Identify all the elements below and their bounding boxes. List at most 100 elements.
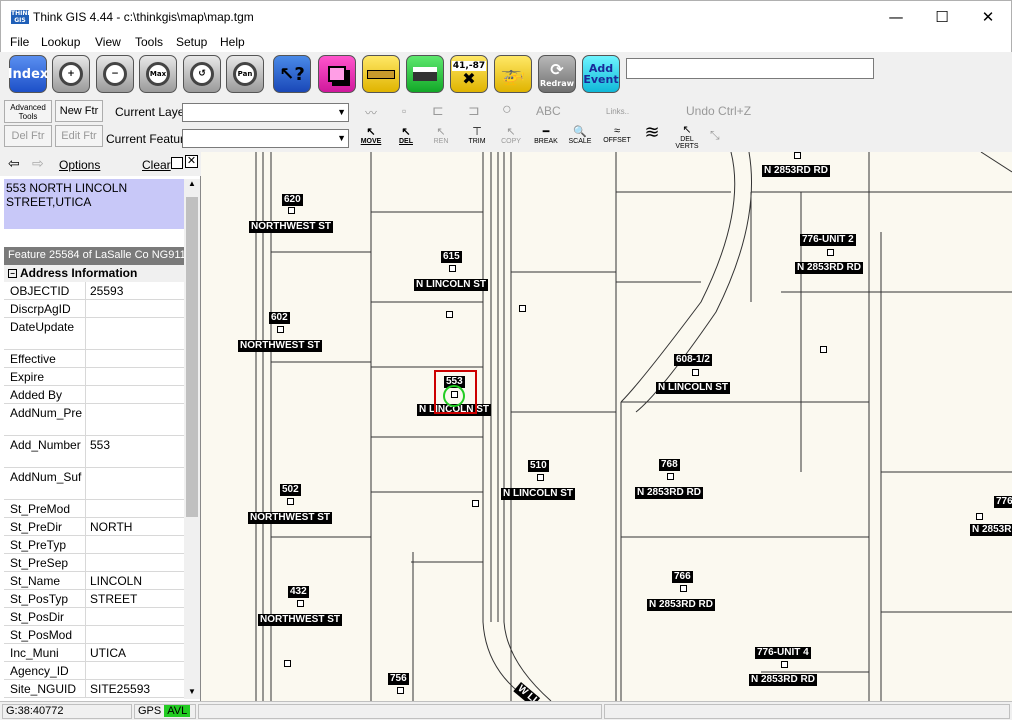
draw-line-icon[interactable]: 〰 (365, 104, 377, 121)
minimize-button[interactable]: — (873, 1, 919, 33)
address-point[interactable] (680, 585, 687, 592)
trim-tool[interactable]: ⊤ TRIM (463, 125, 491, 145)
current-layer-select[interactable]: ▼ (182, 103, 349, 122)
address-point[interactable] (781, 661, 788, 668)
property-row[interactable]: Added By (4, 386, 184, 404)
add-text-button[interactable]: ABC (536, 104, 561, 118)
measure-button[interactable] (362, 55, 400, 93)
address-point[interactable] (451, 391, 458, 398)
event-input[interactable] (626, 58, 874, 79)
back-arrow-icon[interactable]: ⇦ (8, 155, 20, 172)
property-row[interactable]: DateUpdate (4, 318, 184, 350)
zoom-previous-button[interactable]: ↺ (183, 55, 221, 93)
goto-coordinates-button[interactable]: 41,-87 ✖ (450, 55, 488, 93)
property-row[interactable]: St_PreDir NORTH (4, 518, 184, 536)
section-header[interactable]: − Address Information (4, 265, 184, 282)
property-row[interactable]: Inc_Muni UTICA (4, 644, 184, 662)
draw-polygon-icon[interactable]: ⊐ (468, 102, 480, 119)
address-point[interactable] (397, 687, 404, 694)
redraw-button[interactable]: ⟳ Redraw (538, 55, 576, 93)
address-point[interactable] (284, 660, 291, 667)
helicopter-button[interactable]: 🚁 (494, 55, 532, 93)
property-row[interactable]: Add_Number 553 (4, 436, 184, 468)
address-point[interactable] (297, 600, 304, 607)
copy-tool[interactable]: ↖ COPY (498, 125, 524, 145)
address-point[interactable] (537, 474, 544, 481)
menu-help[interactable]: Help (220, 35, 245, 49)
break-tool[interactable]: ━ BREAK (532, 125, 560, 145)
move-tool[interactable]: ↖ MOVE (358, 125, 384, 145)
scale-tool[interactable]: 🔍 SCALE (566, 125, 594, 145)
property-row[interactable]: OBJECTID 25593 (4, 282, 184, 300)
zoom-out-button[interactable]: − (96, 55, 134, 93)
address-point[interactable] (287, 498, 294, 505)
scroll-up-icon[interactable]: ▲ (188, 179, 196, 188)
address-point[interactable] (472, 500, 479, 507)
panel-scrollbar[interactable]: ▲ ▼ (184, 179, 200, 699)
menu-tools[interactable]: Tools (135, 35, 163, 49)
zoom-in-button[interactable]: + (52, 55, 90, 93)
address-point[interactable] (446, 311, 453, 318)
address-point[interactable] (667, 473, 674, 480)
draw-polyline-icon[interactable]: ⊏ (432, 102, 444, 119)
scroll-down-icon[interactable]: ▼ (188, 687, 196, 696)
pan-button[interactable]: Pan (226, 55, 264, 93)
address-point[interactable] (288, 207, 295, 214)
address-point[interactable] (519, 305, 526, 312)
property-row[interactable]: St_PosTyp STREET (4, 590, 184, 608)
draw-circle-icon[interactable]: ○ (502, 101, 512, 119)
maximize-button[interactable]: ☐ (919, 1, 965, 33)
draw-point-icon[interactable]: ▫ (402, 104, 406, 118)
address-point[interactable] (277, 326, 284, 333)
collapse-icon[interactable]: − (8, 269, 17, 279)
property-row[interactable]: Expire (4, 368, 184, 386)
scroll-thumb[interactable] (186, 197, 198, 517)
property-row[interactable]: AddNum_Suf (4, 468, 184, 500)
current-feature-select[interactable]: ▼ (182, 129, 349, 148)
property-row[interactable]: AddNum_Pre (4, 404, 184, 436)
property-row[interactable]: St_PosDir (4, 608, 184, 626)
property-row[interactable]: Effective (4, 350, 184, 368)
index-button[interactable]: Index (8, 55, 48, 93)
address-point[interactable] (827, 249, 834, 256)
address-point[interactable] (976, 513, 983, 520)
new-feature-button[interactable]: New Ftr (55, 100, 103, 122)
advanced-tools-button[interactable]: Advanced Tools (4, 100, 52, 123)
smooth-tool[interactable]: ≋ (640, 122, 664, 143)
restore-icon[interactable] (171, 157, 183, 169)
property-row[interactable]: St_PosMod (4, 626, 184, 644)
map-canvas[interactable]: 620 NORTHWEST ST 615 N LINCOLN ST 602 NO… (201, 152, 1012, 701)
close-panel-icon[interactable]: ✕ (185, 155, 198, 168)
property-row[interactable]: Agency_ID (4, 662, 184, 680)
property-row[interactable]: DiscrpAgID (4, 300, 184, 318)
delete-verts-tool[interactable]: ↖ DEL VERTS (673, 125, 701, 151)
identify-button[interactable]: ↖? (273, 55, 311, 93)
forward-arrow-icon[interactable]: ⇨ (32, 155, 44, 172)
offset-tool[interactable]: ≈ OFFSET (602, 125, 632, 144)
menu-view[interactable]: View (95, 35, 121, 49)
property-row[interactable]: Site_NGUID SITE25593 (4, 680, 184, 698)
add-event-button[interactable]: Add Event (582, 55, 620, 93)
menu-lookup[interactable]: Lookup (41, 35, 80, 49)
options-link[interactable]: Options (59, 158, 100, 172)
address-point[interactable] (820, 346, 827, 353)
address-point[interactable] (794, 152, 801, 159)
delete-feature-button[interactable]: Del Ftr (4, 125, 52, 147)
split-tool[interactable]: ⤡ (710, 128, 720, 143)
property-row[interactable]: St_PreMod (4, 500, 184, 518)
clear-link[interactable]: Clear (142, 158, 171, 172)
address-point[interactable] (449, 265, 456, 272)
print-button[interactable] (406, 55, 444, 93)
property-row[interactable]: St_PreTyp (4, 536, 184, 554)
undo-button[interactable]: Undo Ctrl+Z (686, 104, 751, 118)
zoom-max-button[interactable]: Max (139, 55, 177, 93)
links-button[interactable]: Links.. (606, 107, 629, 116)
delete-tool[interactable]: ↖ DEL (393, 125, 419, 145)
edit-feature-button[interactable]: Edit Ftr (55, 125, 103, 147)
property-row[interactable]: St_PreSep (4, 554, 184, 572)
rename-tool[interactable]: ↖ REN (428, 125, 454, 145)
close-button[interactable]: ✕ (965, 1, 1011, 33)
layers-button[interactable] (318, 55, 356, 93)
menu-setup[interactable]: Setup (176, 35, 207, 49)
menu-file[interactable]: File (10, 35, 29, 49)
